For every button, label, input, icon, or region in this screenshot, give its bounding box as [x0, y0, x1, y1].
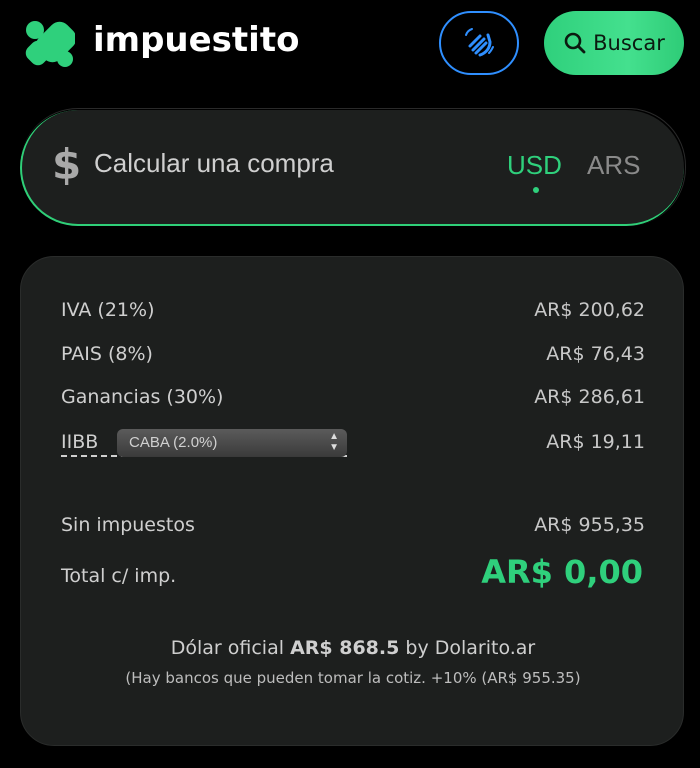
logo-icon — [25, 21, 75, 67]
search-icon — [564, 32, 586, 54]
currency-selected-indicator — [533, 187, 539, 193]
pais-label: PAIS (8%) — [61, 343, 153, 365]
iva-value: AR$ 200,62 — [534, 299, 645, 321]
waving-hand-icon — [465, 28, 494, 57]
iibb-label-text: IIBB — [61, 431, 99, 453]
row-pais: PAIS (8%) AR$ 76,43 — [61, 343, 645, 373]
dolar-prefix: Dólar oficial — [170, 637, 285, 659]
row-iva: IVA (21%) AR$ 200,62 — [61, 299, 645, 329]
dolar-rate-line: Dólar oficial AR$ 868.5 by Dolarito.ar — [21, 637, 685, 659]
bank-note: (Hay bancos que pueden tomar la cotiz. +… — [125, 669, 581, 687]
sin-impuestos-label: Sin impuestos — [61, 514, 195, 536]
province-select[interactable]: CABA (2.0%) ▲ ▼ — [117, 429, 347, 457]
search-button-label: Buscar — [593, 31, 665, 55]
province-select-value: CABA (2.0%) — [129, 434, 218, 451]
brand-name: impuestito — [93, 20, 300, 60]
total-label: Total c/ imp. — [61, 565, 177, 587]
dolar-value: AR$ 868.5 — [290, 637, 400, 659]
total-value: AR$ 0,00 — [481, 553, 643, 591]
iva-label: IVA (21%) — [61, 299, 155, 321]
currency-ars-tab[interactable]: ARS — [587, 150, 640, 181]
iibb-value: AR$ 19,11 — [546, 431, 645, 453]
calc-input-bar[interactable]: $ Calcular una compra USD ARS — [20, 108, 686, 226]
row-iibb: IIBB CABA (2.0%) ▲ ▼ AR$ 19,11 — [61, 429, 645, 461]
select-arrows-icon: ▲ ▼ — [329, 431, 339, 453]
row-ganancias: Ganancias (30%) AR$ 286,61 — [61, 386, 645, 416]
sin-impuestos-value: AR$ 955,35 — [534, 514, 645, 536]
wave-button[interactable] — [439, 11, 519, 75]
ganancias-value: AR$ 286,61 — [534, 386, 645, 408]
dollar-icon: $ — [52, 140, 82, 189]
header: impuestito Buscar — [0, 0, 700, 90]
ganancias-label: Ganancias (30%) — [61, 386, 224, 408]
row-sin-impuestos: Sin impuestos AR$ 955,35 — [61, 514, 645, 544]
breakdown-card: IVA (21%) AR$ 200,62 PAIS (8%) AR$ 76,43… — [20, 256, 684, 746]
search-button[interactable]: Buscar — [544, 11, 684, 75]
pais-value: AR$ 76,43 — [546, 343, 645, 365]
calc-label[interactable]: Calcular una compra — [94, 148, 334, 179]
dolar-source-link[interactable]: by Dolarito.ar — [405, 637, 535, 659]
currency-usd-tab[interactable]: USD — [507, 150, 562, 181]
